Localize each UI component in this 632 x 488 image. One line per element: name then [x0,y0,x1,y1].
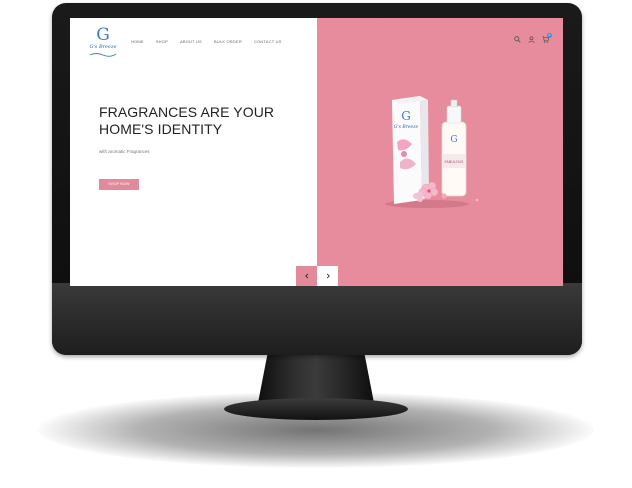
cart-button[interactable]: 0 [542,33,552,43]
slider-prev-button[interactable] [296,266,317,286]
logo-letter: G [96,25,110,45]
svg-text:G: G [450,135,457,145]
search-icon[interactable] [514,36,521,43]
hero-subtitle: with aromatic Fragrances [99,149,150,154]
site-logo[interactable]: G G's Breeze [85,26,121,58]
cart-count-badge: 0 [547,33,552,38]
hero-title: FRAGRANCES ARE YOUR HOME'S IDENTITY [99,104,275,137]
website-screen: G G's Breeze HOME SHOP ABOUT US BULK ORD… [70,18,563,286]
nav-home[interactable]: HOME [131,39,144,44]
main-nav: HOME SHOP ABOUT US BULK ORDER CONTACT US [131,39,294,44]
slider-next-button[interactable] [317,266,338,286]
chevron-left-icon [304,273,308,279]
svg-text:G: G [401,109,411,123]
user-icon[interactable] [528,36,535,43]
nav-bulk-order[interactable]: BULK ORDER [214,39,242,44]
monitor-stand-neck [258,355,374,403]
product-image: G G's Breeze G FABULOUS [385,96,479,208]
shop-now-button[interactable]: SHOP NOW [99,179,139,190]
header-icons: 0 [514,33,552,43]
box-brand-text: G's Breeze [394,124,419,130]
nav-contact-us[interactable]: CONTACT US [254,39,282,44]
monitor-stand-base [224,398,408,420]
logo-wave-icon [89,53,117,57]
nav-shop[interactable]: SHOP [156,39,168,44]
nav-about-us[interactable]: ABOUT US [180,39,202,44]
bottle-label-text: FABULOUS [445,160,465,164]
chevron-right-icon [326,273,330,279]
logo-name: G's Breeze [89,44,117,50]
monitor-chin [52,283,582,355]
